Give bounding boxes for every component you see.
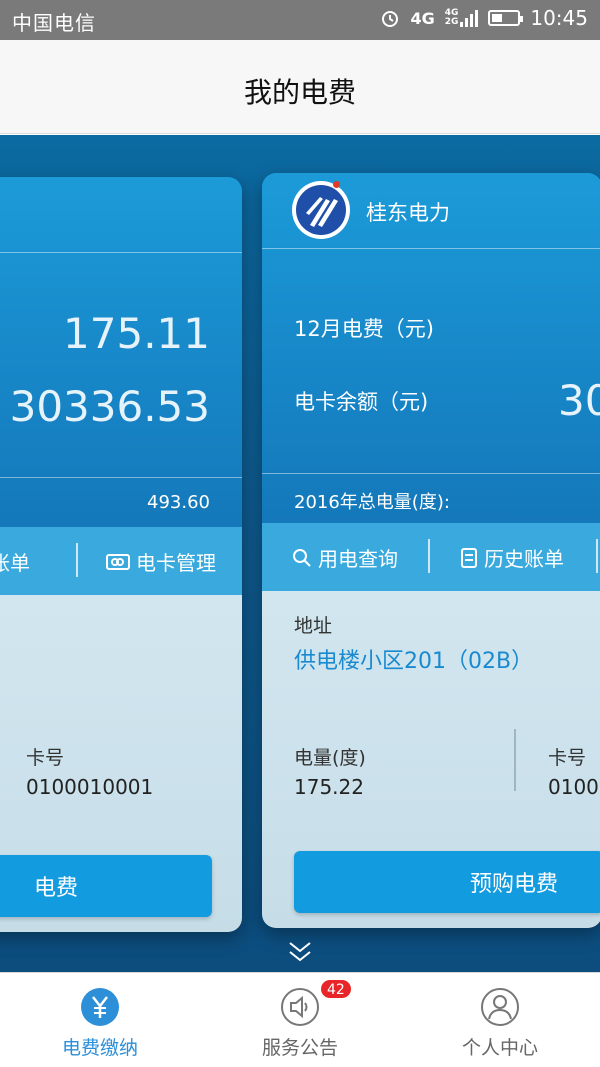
history-bill-label: 历史账单 (484, 547, 564, 571)
balance-value: 30 (558, 376, 600, 425)
status-bar: 中国电信 4G 4G 2G 10:45 (0, 0, 600, 40)
document-icon (461, 547, 477, 568)
action-separator (76, 543, 78, 577)
card-divider (262, 473, 600, 474)
clock: 10:45 (530, 6, 588, 30)
network-small-bottom: 2G (444, 17, 459, 27)
total-power-label: 2016年总电量(度): (294, 492, 450, 513)
bottom-tab-bar: 电费缴纳 服务公告 42 个人中心 (0, 972, 600, 1067)
address-value: 供电楼小区201（02B） (294, 649, 534, 674)
card-actions: 用电查询 历史账单 (262, 523, 600, 591)
usage-query-label: 用电查询 (318, 547, 398, 571)
speaker-icon (280, 987, 320, 1027)
history-bill-button[interactable]: 历史账单 (460, 543, 564, 572)
card-brand-row: 桂东电力 (262, 173, 600, 249)
prepay-label: 电费 (33, 876, 78, 901)
network-type: 4G (410, 8, 435, 28)
tab-electricity-payment[interactable]: 电费缴纳 (0, 973, 200, 1067)
balance-value: 30336.53 (9, 382, 210, 431)
card-number-label: 卡号 (26, 747, 65, 769)
address-label: 地址 (294, 615, 333, 637)
status-icons: 4G 4G 2G 10:45 (380, 6, 588, 30)
card-carousel[interactable]: 175.11 30336.53 493.60 账单 电卡管理 卡号 010001… (0, 135, 600, 972)
tab-label: 服务公告 (261, 1037, 338, 1059)
chevron-down-icon[interactable] (288, 941, 312, 963)
tab-label: 电费缴纳 (61, 1037, 138, 1059)
usage-query-button[interactable]: 用电查询 (292, 543, 398, 572)
history-bill-label: 账单 (0, 551, 30, 575)
yen-icon (80, 987, 120, 1027)
month-fee-value: 175.11 (63, 309, 210, 358)
action-separator (596, 539, 598, 573)
card-brand-row (0, 177, 242, 253)
account-card-current[interactable]: 桂东电力 12月电费（元) 电卡余额（元) 30 2016年总电量(度): 用电… (262, 173, 600, 928)
card-divider (0, 477, 242, 478)
card-number-value: 0100010001 (26, 775, 154, 799)
card-number-label: 卡号 (548, 747, 587, 769)
prepay-button[interactable]: 预购电费 (294, 851, 600, 913)
detail-separator (514, 729, 516, 791)
month-fee-label: 12月电费（元) (294, 317, 434, 341)
card-details: 卡号 0100010001 电费 (0, 595, 242, 932)
history-bill-button[interactable]: 账单 (0, 547, 30, 576)
carrier-name: 中国电信 (12, 11, 96, 35)
power-usage-label: 电量(度) (294, 747, 366, 769)
signal-icon: 4G 2G (445, 9, 479, 27)
tab-label: 个人中心 (461, 1037, 538, 1059)
person-icon (480, 987, 520, 1027)
company-logo (292, 181, 350, 239)
balance-label: 电卡余额（元) (294, 390, 429, 414)
page-title: 我的电费 (243, 76, 356, 109)
total-power-value: 493.60 (147, 492, 210, 513)
card-manage-button[interactable]: 电卡管理 (106, 547, 216, 576)
card-icon (106, 553, 130, 570)
company-name: 桂东电力 (366, 201, 450, 225)
search-icon (293, 548, 311, 567)
card-number-value: 0100 (548, 775, 599, 799)
card-actions: 账单 电卡管理 (0, 527, 242, 595)
account-card-previous[interactable]: 175.11 30336.53 493.60 账单 电卡管理 卡号 010001… (0, 177, 242, 932)
prepay-label: 预购电费 (469, 872, 558, 897)
card-manage-label: 电卡管理 (136, 551, 216, 575)
app-header: 我的电费 (0, 40, 600, 134)
tab-service-notice[interactable]: 服务公告 (200, 973, 400, 1067)
notification-badge: 42 (320, 979, 352, 999)
prepay-button[interactable]: 电费 (0, 855, 212, 917)
tab-personal-center[interactable]: 个人中心 (400, 973, 600, 1067)
alarm-icon (382, 11, 399, 27)
card-details: 地址 供电楼小区201（02B） 电量(度) 175.22 卡号 0100 预购… (262, 591, 600, 928)
action-separator (428, 539, 430, 573)
battery-icon (488, 10, 524, 26)
power-usage-value: 175.22 (294, 775, 364, 799)
card-summary: 桂东电力 12月电费（元) 电卡余额（元) 30 2016年总电量(度): (262, 173, 600, 523)
card-summary: 175.11 30336.53 493.60 (0, 177, 242, 527)
